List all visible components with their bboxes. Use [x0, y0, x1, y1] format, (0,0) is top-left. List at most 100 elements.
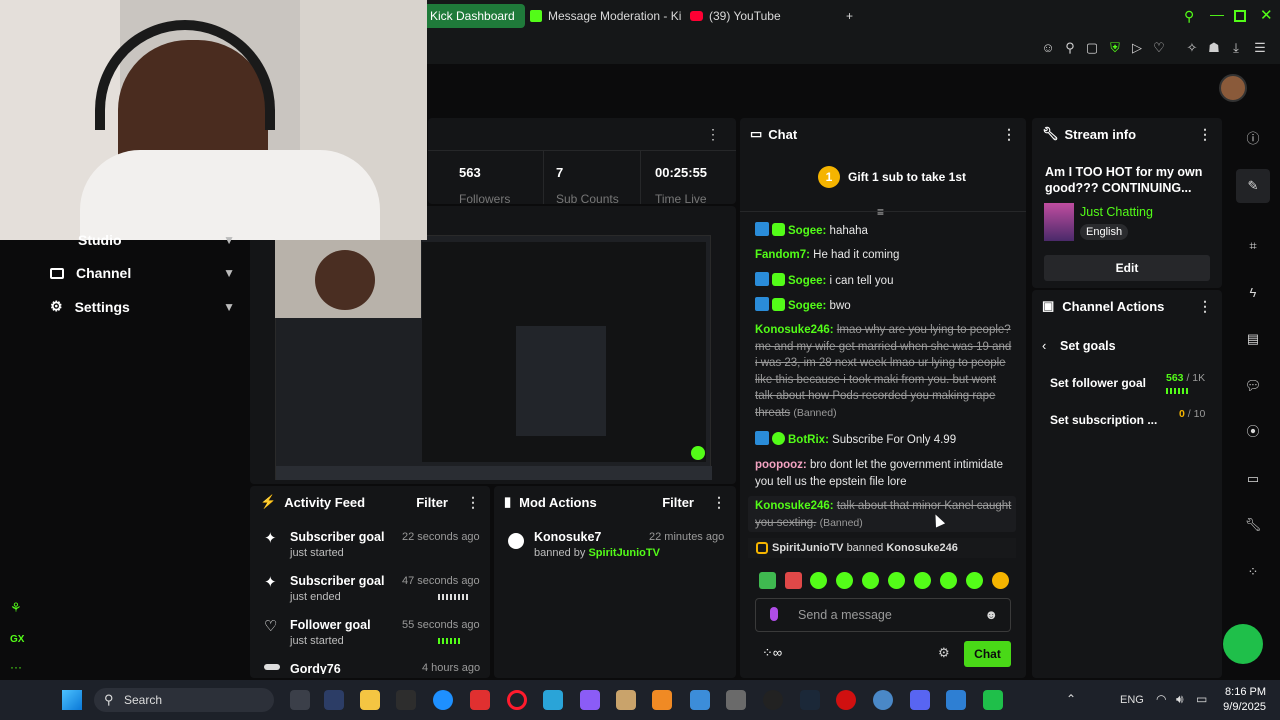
emote-icon[interactable] — [759, 572, 776, 589]
emote-icon[interactable] — [810, 572, 827, 589]
channel-actions-kebab-icon[interactable]: ⋮ — [1198, 298, 1212, 315]
chat-username[interactable]: Sogee — [788, 275, 823, 287]
app-icon[interactable] — [396, 690, 416, 710]
sidebar-item-settings[interactable]: ⚙ Settings ▼ — [50, 298, 235, 315]
vlc-icon[interactable] — [652, 690, 672, 710]
heart-icon[interactable]: ♡ — [1151, 40, 1167, 56]
app-icon[interactable] — [580, 690, 600, 710]
media-player-icon[interactable] — [763, 690, 783, 710]
microphone-icon[interactable] — [770, 607, 778, 621]
broadcast-icon[interactable]: ⦿ — [1244, 423, 1262, 441]
new-tab-button[interactable]: + — [836, 4, 863, 28]
collapse-icon[interactable]: ≡ — [877, 205, 884, 219]
activity-filter-button[interactable]: Filter — [416, 495, 448, 510]
mod-kebab-icon[interactable]: ⋮ — [712, 494, 726, 511]
app-icon[interactable] — [946, 690, 966, 710]
pencil-icon[interactable]: ✎ — [1244, 177, 1262, 195]
tab-youtube[interactable]: (39) YouTube — [680, 4, 791, 28]
gx-label[interactable]: GX — [10, 634, 24, 645]
emote-icon[interactable] — [836, 572, 853, 589]
ban-actor[interactable]: SpiritJunioTV — [772, 542, 844, 554]
taskbar-search[interactable]: ⚲ Search — [94, 688, 274, 712]
edge-icon[interactable] — [433, 690, 453, 710]
close-icon[interactable]: ✕ — [1260, 6, 1273, 24]
tools-icon[interactable]: 🔧︎ — [1244, 516, 1262, 534]
chat-username[interactable]: Sogee — [788, 300, 823, 312]
avatar[interactable] — [1219, 74, 1247, 102]
screen-icon[interactable]: ▭ — [1244, 470, 1262, 488]
chat-input[interactable]: Send a message ☻ — [755, 598, 1011, 632]
set-goals-back[interactable]: Set goals — [1060, 339, 1116, 353]
support-headset-button[interactable] — [1223, 624, 1263, 664]
pinned-message[interactable]: Gift 1 sub to take 1st — [848, 170, 966, 184]
kick-side-icon[interactable]: ⚘ — [10, 600, 22, 616]
notes-icon[interactable]: ▤ — [1244, 330, 1262, 348]
play-icon[interactable]: ▷ — [1129, 40, 1145, 56]
wifi-icon[interactable]: ◠ — [1156, 692, 1166, 706]
clock-date[interactable]: 9/9/2025 — [1220, 701, 1266, 713]
shield-icon[interactable]: ⛨ — [1107, 40, 1123, 56]
maximize-icon[interactable] — [1234, 10, 1246, 22]
app-icon[interactable] — [726, 690, 746, 710]
language-indicator[interactable]: ENG — [1120, 694, 1144, 706]
chat-bubble-icon[interactable]: 💬︎ — [1244, 377, 1262, 395]
chat-message-banned[interactable]: Konosuke246: talk about that minor Kanel… — [755, 498, 1015, 531]
more-icon[interactable]: ··· — [10, 660, 22, 674]
app-icon[interactable] — [690, 690, 710, 710]
chat-username[interactable]: Sogee — [788, 225, 823, 237]
chat-message[interactable]: poopooz: bro dont let the government int… — [755, 457, 1015, 490]
set-follower-goal[interactable]: Set follower goal — [1050, 376, 1146, 390]
emoji-icon[interactable]: ☺ — [1040, 40, 1056, 56]
discord-icon[interactable] — [910, 690, 930, 710]
pin-icon[interactable]: ⚲ — [1062, 40, 1078, 56]
back-chevron-icon[interactable]: ‹ — [1042, 338, 1046, 353]
info-icon[interactable]: ⓘ — [1244, 130, 1262, 148]
chat-username[interactable]: Konosuke246: — [755, 324, 834, 336]
edit-stream-button[interactable]: Edit — [1044, 255, 1210, 281]
chat-message[interactable]: Sogee: i can tell you — [755, 272, 1015, 290]
app-icon[interactable] — [543, 690, 563, 710]
chat-username[interactable]: Konosuke246: — [755, 500, 834, 512]
tab-kick-dashboard[interactable]: Kick Dashboard — [420, 4, 525, 28]
tray-chevron-icon[interactable]: ⌃ — [1066, 692, 1076, 706]
chat-username[interactable]: Fandom7 — [755, 249, 806, 261]
extensions-icon[interactable]: ✧ — [1184, 40, 1200, 56]
emote-icon[interactable] — [862, 572, 879, 589]
send-chat-button[interactable]: Chat — [964, 641, 1011, 667]
download-icon[interactable]: ⤓ — [1228, 40, 1244, 56]
sidebar-item-channel[interactable]: Channel ▼ — [50, 265, 235, 281]
app-icon[interactable] — [983, 690, 1003, 710]
emote-icon[interactable] — [966, 572, 983, 589]
chat-username[interactable]: BotRix — [788, 434, 825, 446]
profile-icon[interactable]: ☗ — [1206, 40, 1222, 56]
chat-settings-icon[interactable]: ⚙ — [938, 645, 950, 661]
opera-gx-icon[interactable] — [507, 690, 527, 710]
search-icon[interactable]: ⚲ — [1184, 8, 1200, 24]
chat-message[interactable]: Fandom7: He had it coming — [755, 247, 1015, 264]
minimize-icon[interactable]: — — [1210, 6, 1224, 22]
taskview-icon[interactable] — [290, 690, 310, 710]
clock-time[interactable]: 8:16 PM — [1222, 686, 1266, 698]
volume-icon[interactable]: 🔊︎ — [1176, 692, 1184, 707]
chat-message[interactable]: Sogee: hahaha — [755, 222, 1015, 240]
stream-category[interactable]: Just Chatting — [1080, 205, 1153, 219]
app-icon[interactable] — [324, 690, 344, 710]
app-icon[interactable] — [873, 690, 893, 710]
emote-icon[interactable] — [992, 572, 1009, 589]
menu-icon[interactable]: ☰ — [1252, 40, 1268, 56]
mod-action-actor[interactable]: SpiritJunioTV — [588, 547, 660, 559]
chat-username[interactable]: poopooz: — [755, 459, 807, 471]
obs-icon[interactable] — [836, 690, 856, 710]
chat-message-banned[interactable]: Konosuke246: lmao why are you lying to p… — [755, 322, 1015, 421]
infinity-icon[interactable]: ⁘∞ — [762, 645, 782, 661]
stats-kebab-icon[interactable]: ⋮ — [706, 126, 720, 143]
scan-icon[interactable]: ⌗ — [1244, 237, 1262, 255]
screenshot-icon[interactable]: ▢ — [1084, 40, 1100, 56]
mod-filter-button[interactable]: Filter — [662, 495, 694, 510]
emote-icon[interactable] — [914, 572, 931, 589]
windows-start-icon[interactable] — [62, 690, 82, 710]
emote-icon[interactable] — [940, 572, 957, 589]
battery-icon[interactable]: ▭ — [1196, 692, 1207, 706]
steam-icon[interactable] — [800, 690, 820, 710]
emote-icon[interactable] — [785, 572, 802, 589]
